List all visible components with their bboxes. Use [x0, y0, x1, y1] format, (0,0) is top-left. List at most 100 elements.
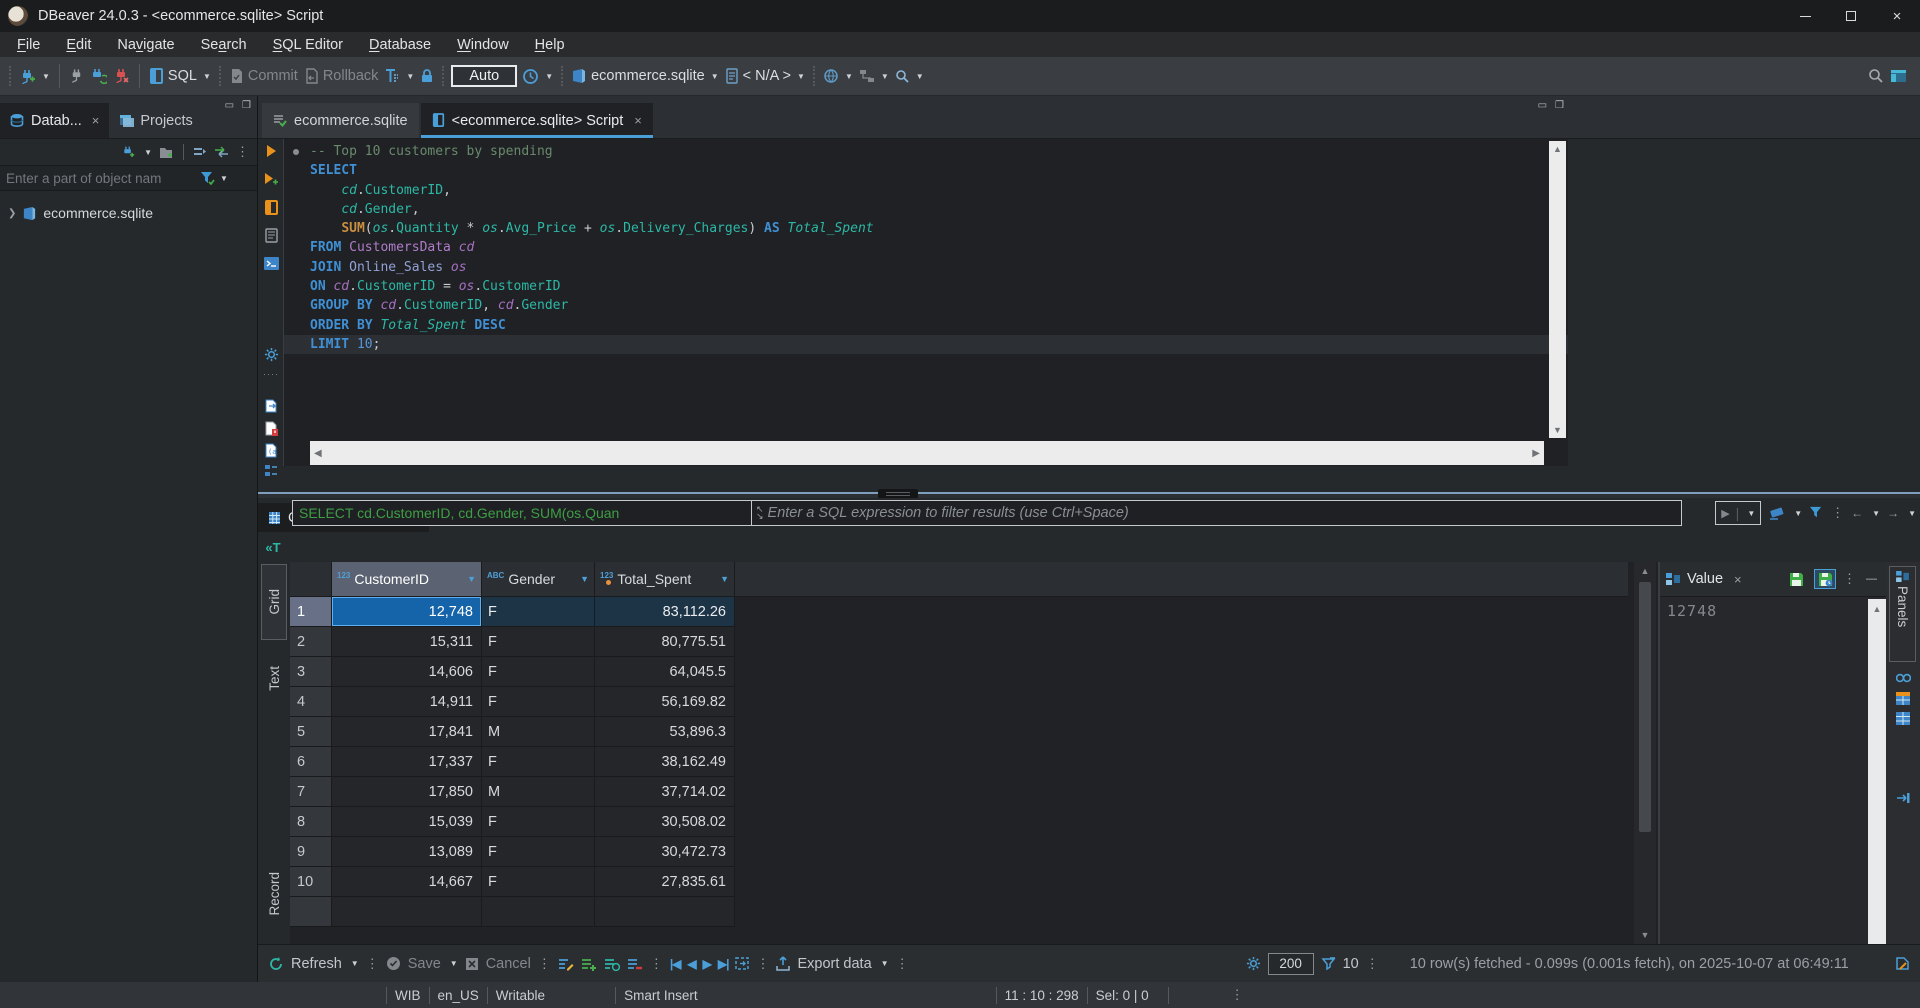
menu-window[interactable]: Window [444, 32, 522, 57]
table-row[interactable]: 8 15,039 F 30,508.02 [290, 807, 1628, 837]
disconnect-button[interactable] [110, 68, 133, 84]
row-number-header[interactable] [290, 562, 332, 597]
column-dropdown-icon[interactable]: ▼ [720, 574, 729, 584]
cell-customerid[interactable]: 12,748 [332, 597, 482, 627]
status-menu-icon[interactable]: ⋮ [1231, 987, 1244, 1003]
status-caret-position[interactable]: 11 : 10 : 298 [997, 988, 1087, 1003]
scroll-thumb[interactable] [1639, 582, 1651, 832]
row-number-cell[interactable]: 1 [290, 597, 332, 627]
previous-row-button[interactable]: ◀ [687, 957, 696, 971]
lock-icon[interactable] [417, 68, 437, 84]
cell-customerid[interactable]: 17,850 [332, 777, 482, 807]
problems-file-icon[interactable] [262, 419, 280, 437]
object-filter-input[interactable] [0, 170, 200, 186]
editor-horizontal-scrollbar[interactable]: ◀ ▶ [310, 441, 1544, 465]
value-content[interactable]: 12748 [1660, 597, 1866, 944]
reconnect-button[interactable] [87, 68, 110, 84]
metadata-grid-icon[interactable] [1894, 690, 1912, 706]
new-sql-editor-button[interactable]: SQL ▼ [146, 67, 214, 85]
code-line[interactable]: LIMIT 10; [284, 334, 1568, 355]
panels-toggle[interactable]: Panels [1889, 566, 1916, 662]
tab-database-navigator[interactable]: Datab... × [0, 103, 110, 138]
menu-help[interactable]: Help [522, 32, 578, 57]
sql-editor-pane[interactable]: ···· (a) -- Top 10 customers by spending… [258, 139, 1568, 476]
scroll-up-icon[interactable]: ▲ [1553, 144, 1562, 154]
results-filter-input[interactable]: SELECT cd.CustomerID, cd.Gender, SUM(os.… [292, 500, 1682, 526]
code-line[interactable]: JOIN Online_Sales os [284, 258, 1568, 277]
sql-code-area[interactable]: -- Top 10 customers by spending SELECT cd… [284, 142, 1568, 355]
column-header-customerid[interactable]: 123 CustomerID ▼ [332, 562, 482, 597]
code-line[interactable]: ORDER BY Total_Spent DESC [284, 316, 1568, 335]
auto-save-value-icon[interactable] [1814, 569, 1836, 589]
cell-totalspent[interactable]: 64,045.5 [595, 657, 735, 687]
cell-gender[interactable]: M [482, 717, 595, 747]
row-number-cell[interactable]: 9 [290, 837, 332, 867]
cell-totalspent[interactable]: 38,162.49 [595, 747, 735, 777]
code-line[interactable]: GROUP BY cd.CustomerID, cd.Gender [284, 296, 1568, 315]
empty-cell[interactable] [595, 897, 735, 927]
new-connection-button[interactable]: ▼ [16, 68, 53, 85]
close-icon[interactable]: × [1734, 572, 1742, 587]
scroll-down-icon[interactable]: ▼ [1553, 425, 1562, 435]
chevron-down-icon[interactable]: ▼ [42, 72, 50, 81]
chevron-down-icon[interactable]: ▼ [545, 72, 553, 81]
cell-gender[interactable]: F [482, 657, 595, 687]
cell-gender[interactable]: F [482, 597, 595, 627]
cell-customerid[interactable]: 13,089 [332, 837, 482, 867]
status-locale[interactable]: en_US [430, 988, 487, 1003]
explain-plan-icon[interactable] [262, 226, 280, 244]
variables-file-icon[interactable]: (a) [262, 441, 280, 459]
chevron-down-icon[interactable]: ▼ [1794, 509, 1802, 518]
menu-search[interactable]: Se a rch [188, 32, 260, 57]
status-writable[interactable]: Writable [488, 988, 553, 1003]
menu-database[interactable]: Database [356, 32, 444, 57]
perspective-icon[interactable] [1887, 68, 1910, 84]
cell-totalspent[interactable]: 83,112.26 [595, 597, 735, 627]
aggregate-panel-icon[interactable] [1894, 710, 1912, 726]
value-view-icon[interactable] [1894, 670, 1912, 686]
refresh-icon[interactable] [268, 956, 284, 972]
cell-gender[interactable]: M [482, 777, 595, 807]
chevron-down-icon[interactable]: ▼ [797, 72, 805, 81]
close-button[interactable]: × [1874, 0, 1920, 32]
cell-customerid[interactable]: 14,667 [332, 867, 482, 897]
tab-er-diagram[interactable]: ecommerce.sqlite [262, 103, 419, 138]
empty-cell[interactable] [332, 897, 482, 927]
save-button[interactable]: Save [408, 956, 441, 972]
fetch-size-input[interactable] [1267, 952, 1314, 975]
settings-gear-icon[interactable] [262, 345, 280, 363]
value-panel-menu-icon[interactable]: ⋮ [1843, 571, 1856, 587]
cancel-button[interactable]: Cancel [486, 956, 531, 972]
table-row[interactable]: 6 17,337 F 38,162.49 [290, 747, 1628, 777]
link-with-editor-icon[interactable] [214, 146, 229, 158]
rollback-button[interactable]: Rollback [301, 68, 382, 84]
transaction-timing-button[interactable]: ▼ [519, 68, 556, 85]
chevron-down-icon[interactable]: ▼ [351, 959, 359, 968]
chevron-down-icon[interactable]: ▼ [1872, 509, 1880, 518]
add-row-icon[interactable] [581, 957, 597, 971]
chevron-down-icon[interactable]: ▼ [144, 148, 152, 157]
new-connection-small-icon[interactable] [121, 145, 135, 159]
cell-customerid[interactable]: 15,311 [332, 627, 482, 657]
cell-gender[interactable]: F [482, 867, 595, 897]
execute-script-icon[interactable] [262, 198, 280, 216]
table-row[interactable]: 7 17,850 M 37,714.02 [290, 777, 1628, 807]
apply-filter-button[interactable]: ▶ | ▼ [1715, 501, 1762, 525]
chevron-down-icon[interactable]: ▼ [203, 72, 211, 81]
cell-totalspent[interactable]: 30,472.73 [595, 837, 735, 867]
view-tab-record[interactable]: Record [261, 850, 287, 938]
cell-totalspent[interactable]: 80,775.51 [595, 627, 735, 657]
sql-console-icon[interactable] [262, 254, 280, 272]
cell-gender[interactable]: F [482, 837, 595, 867]
filter-funnel-icon[interactable] [1809, 506, 1824, 520]
tab-sql-script[interactable]: <ecommerce.sqlite> Script × [420, 103, 653, 138]
chevron-down-icon[interactable]: ▼ [406, 72, 414, 81]
row-number-cell[interactable]: 6 [290, 747, 332, 777]
table-row[interactable]: 5 17,841 M 53,896.3 [290, 717, 1628, 747]
empty-cell[interactable] [482, 897, 595, 927]
row-number-cell[interactable]: 4 [290, 687, 332, 717]
expand-filter-icon[interactable]: ↖ ↘ [752, 504, 768, 520]
view-tab-text[interactable]: Text [261, 646, 287, 710]
cell-totalspent[interactable]: 30,508.02 [595, 807, 735, 837]
chevron-down-icon[interactable]: ▼ [220, 174, 228, 183]
